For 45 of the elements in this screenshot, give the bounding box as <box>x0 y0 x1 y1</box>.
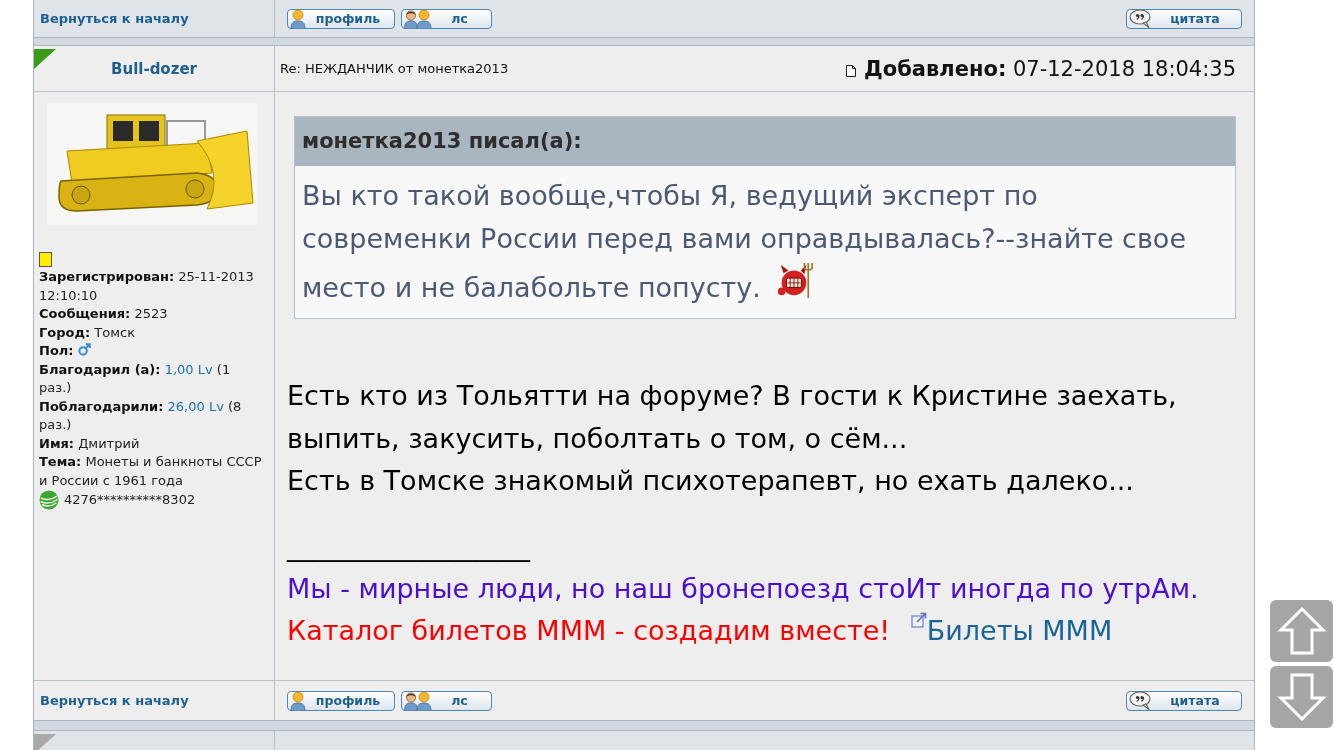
profile-label: Пол: <box>39 343 74 358</box>
author-name[interactable]: Bull-dozer <box>111 59 197 78</box>
signature-text: Каталог билетов МММ - создадим вместе! <box>287 614 891 646</box>
external-link-icon <box>910 611 927 628</box>
post-date: Добавлено: 07-12-2018 18:04:35 <box>864 56 1236 81</box>
signature-text: Мы - мирные люди, но наш бронепоезд стоИт иногда по утрАм. <box>287 571 1200 606</box>
scroll-down-button[interactable] <box>1270 666 1333 728</box>
person-icon <box>290 690 306 711</box>
private-message-button[interactable]: лс <box>401 8 492 29</box>
speech-bubble-icon <box>1129 9 1153 28</box>
post-subject: Re: НЕЖДАНЧИК от монетка2013 <box>280 61 509 76</box>
profile-field: Зарегистрирован: 25-11-2013 12:10:10 <box>39 268 264 305</box>
quote-text: Вы кто такой вообще,чтобы Я, ведущий эксперт по современки России перед вами оправдывалась?--знайте свое место и не балабольте попусту. <box>302 180 1186 303</box>
signature-rule: __________________ <box>287 529 532 564</box>
profile-field: Город: Томск <box>39 323 264 342</box>
quote-button[interactable]: цитата <box>1126 8 1242 29</box>
post-paragraph: Есть в Томске знакомый психотерапевт, но ехать далеко... <box>287 464 1135 498</box>
rank-square-icon <box>39 252 52 267</box>
profile-field: Имя: Дмитрий <box>39 434 264 453</box>
signature-link[interactable]: Билеты МММ <box>926 614 1113 646</box>
down-arrow-icon <box>1276 672 1327 722</box>
back-to-top-link[interactable]: Вернуться к началу <box>40 11 189 26</box>
quote-header: монетка2013 писал(а): <box>295 117 1235 166</box>
amount-link[interactable]: 1,00 Lv <box>164 361 213 377</box>
scroll-up-button[interactable] <box>1270 600 1333 662</box>
profile-field: Благодарил (а): 1,00 Lv (1 раз.) <box>39 360 264 398</box>
profile-field: Поблагодарили: 26,00 Lv (8 раз.) <box>39 397 264 435</box>
back-to-top-link[interactable]: Вернуться к началу <box>40 693 189 708</box>
person-icon <box>290 8 306 29</box>
striped-disc-icon <box>39 490 59 510</box>
up-arrow-icon <box>1276 606 1327 656</box>
quote-button[interactable]: цитата <box>1126 690 1242 711</box>
speech-bubble-icon <box>1129 691 1153 710</box>
post-paragraph: Есть кто из Тольятти на форуме? В гости к Кристине заехать, выпить, закусить, поболтать о том, о сём... <box>287 379 1178 456</box>
private-message-button[interactable]: лс <box>401 690 492 711</box>
card-number: 4276**********8302 <box>64 490 196 509</box>
amount-link[interactable]: 26,00 Lv <box>167 398 224 414</box>
profile-button[interactable]: профиль <box>287 690 395 711</box>
two-persons-icon <box>404 690 432 711</box>
profile-field: Сообщения: 2523 <box>39 305 264 324</box>
document-icon <box>846 64 857 77</box>
two-persons-icon <box>404 8 432 29</box>
profile-button[interactable]: профиль <box>287 8 395 29</box>
profile-field: Тема: Монеты и банкноты СССР и России с 1961 года <box>39 453 264 490</box>
male-sign-icon <box>77 343 91 356</box>
